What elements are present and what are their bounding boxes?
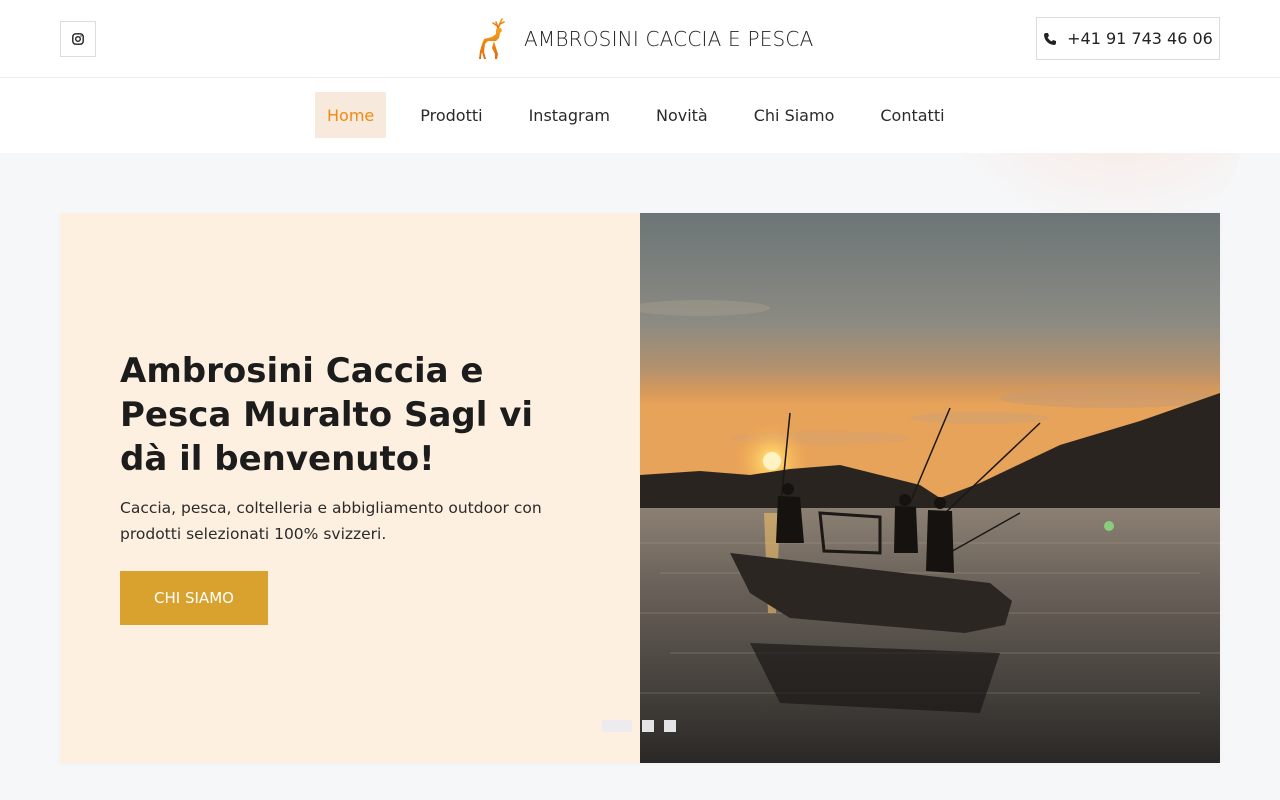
deer-logo-icon	[479, 18, 505, 59]
sunset-fishing-boat-image	[640, 213, 1220, 763]
brand-name: AMBROSINI CACCIA E PESCA	[524, 27, 814, 51]
nav-list: Home Prodotti Instagram Novità Chi Siamo…	[315, 92, 979, 138]
chi-siamo-button[interactable]: CHI SIAMO	[120, 571, 268, 625]
nav-item-prodotti[interactable]: Prodotti	[408, 92, 494, 138]
nav-item-contatti[interactable]: Contatti	[868, 92, 956, 138]
phone-icon	[1044, 32, 1057, 45]
nav-item-home[interactable]: Home	[315, 92, 387, 138]
phone-button[interactable]: +41 91 743 46 06	[1036, 17, 1220, 60]
slider-dot-2[interactable]	[642, 720, 654, 732]
brand-link[interactable]: AMBROSINI CACCIA E PESCA	[476, 18, 813, 60]
slider-dot-3[interactable]	[664, 720, 676, 732]
top-header: AMBROSINI CACCIA E PESCA +41 91 743 46 0…	[0, 0, 1280, 78]
slider-pagination	[602, 720, 686, 732]
instagram-button[interactable]	[60, 21, 96, 57]
phone-number: +41 91 743 46 06	[1067, 29, 1213, 48]
hero-slider: Ambrosini Caccia e Pesca Muralto Sagl vi…	[60, 213, 1220, 763]
nav-item-chi-siamo[interactable]: Chi Siamo	[742, 92, 847, 138]
main-navigation: Home Prodotti Instagram Novità Chi Siamo…	[0, 78, 1280, 153]
hero-title: Ambrosini Caccia e Pesca Muralto Sagl vi…	[120, 351, 534, 479]
hero-image	[640, 213, 1220, 763]
hero-subtitle: Caccia, pesca, coltelleria e abbigliamen…	[120, 499, 542, 543]
nav-item-instagram[interactable]: Instagram	[517, 92, 622, 138]
slider-dot-1[interactable]	[602, 720, 632, 732]
instagram-icon	[72, 33, 84, 45]
hero-text-panel: Ambrosini Caccia e Pesca Muralto Sagl vi…	[60, 213, 640, 763]
nav-item-novita[interactable]: Novità	[644, 92, 720, 138]
